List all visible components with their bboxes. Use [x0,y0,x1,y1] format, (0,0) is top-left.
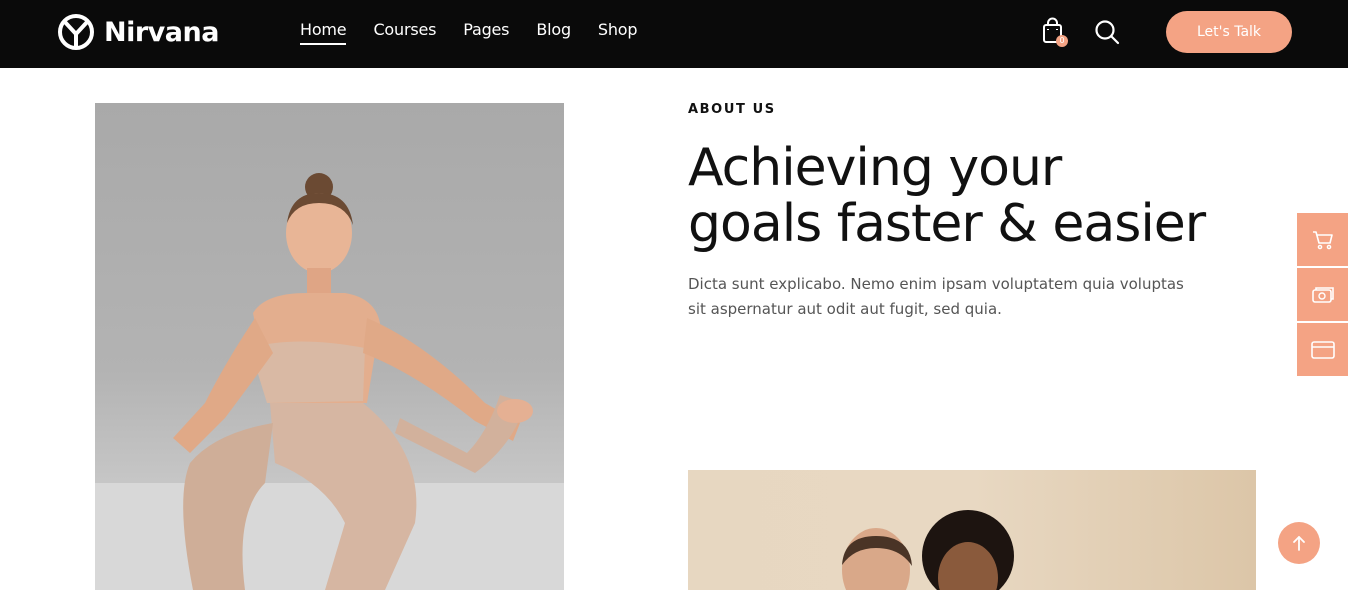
nav-item-blog[interactable]: Blog [536,20,571,45]
search-button[interactable] [1094,19,1120,45]
brand-logo[interactable]: Nirvana [58,12,219,52]
nav-item-shop[interactable]: Shop [598,20,638,45]
cart-button[interactable]: 0 [1040,17,1070,49]
about-team-image [688,470,1256,590]
section-description: Dicta sunt explicabo. Nemo enim ipsam vo… [688,275,1184,318]
money-icon [1311,286,1334,303]
scroll-to-top-button[interactable] [1278,522,1320,564]
nav-item-home[interactable]: Home [300,20,347,45]
arrow-up-icon [1293,536,1305,551]
title-line-1: Achieving your [688,138,1062,198]
dock-money-button[interactable] [1297,268,1348,321]
title-line-2: goals faster & easier [688,194,1206,254]
two-women-illustration [842,510,1014,590]
lets-talk-button[interactable]: Let's Talk [1166,11,1292,53]
section-eyebrow: ABOUT US [688,102,776,117]
search-icon [1095,20,1120,45]
main-nav: Home Courses Pages Blog Shop [300,20,638,45]
nav-item-courses[interactable]: Courses [373,20,436,45]
cart-icon [1312,230,1333,249]
side-dock [1297,213,1348,376]
nirvana-logo-icon [58,14,94,50]
dock-cart-button[interactable] [1297,213,1348,266]
woman-stretching-illustration [95,173,564,590]
section-title: Achieving your goals faster & easier [688,140,1248,252]
cart-count-badge: 0 [1056,35,1068,47]
site-header: Nirvana Home Courses Pages Blog Shop 0 L… [0,0,1348,68]
brand-name: Nirvana [104,16,219,48]
about-hero-image [95,103,564,590]
dock-window-button[interactable] [1297,323,1348,376]
nav-item-pages[interactable]: Pages [463,20,509,45]
browser-window-icon [1310,340,1335,359]
